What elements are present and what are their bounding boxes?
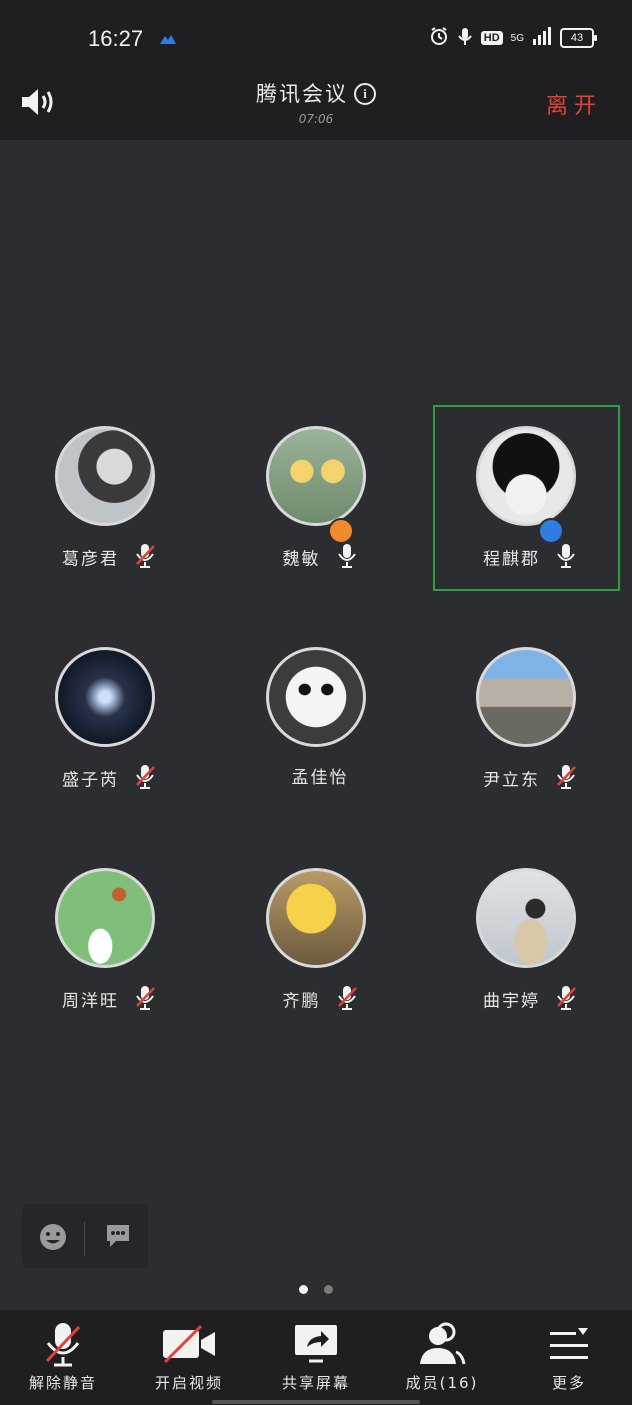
alarm-icon (429, 26, 449, 50)
participant-tile[interactable]: 孟佳怡 (227, 627, 413, 788)
mic-muted-icon (0, 1320, 126, 1368)
battery-icon: 43 (560, 28, 597, 48)
video-off-icon (126, 1320, 252, 1368)
leave-button[interactable]: 离开 (546, 88, 602, 120)
mic-muted-icon (134, 763, 156, 793)
page-dot[interactable] (324, 1285, 333, 1294)
bottom-toolbar: 解除静音 开启视频 共享屏幕 成员(16) 更多 (0, 1310, 632, 1405)
avatar (55, 426, 155, 526)
participant-tile[interactable]: 程麒郡 (437, 406, 623, 570)
chat-icon[interactable] (104, 1222, 132, 1254)
unmute-label: 解除静音 (28, 1374, 97, 1392)
avatar (476, 647, 576, 747)
meeting-header: 腾讯会议 i 07:06 离开 (0, 72, 632, 140)
participant-name: 盛子芮 (61, 770, 119, 791)
page-dot-active[interactable] (299, 1285, 308, 1294)
mic-muted-icon (555, 763, 577, 793)
share-screen-button[interactable]: 共享屏幕 (253, 1310, 379, 1405)
avatar (476, 426, 576, 526)
cloud-icon (158, 31, 178, 50)
mic-muted-icon (134, 984, 156, 1014)
participant-name: 程麒郡 (482, 549, 540, 570)
more-label: 更多 (551, 1374, 586, 1392)
meeting-title-area: 腾讯会议 i 07:06 (0, 78, 632, 126)
avatar (55, 868, 155, 968)
unmute-button[interactable]: 解除静音 (0, 1310, 126, 1405)
members-label: 成员(16) (405, 1374, 479, 1392)
divider (84, 1222, 85, 1256)
status-bar: 16:27 HD 5G 43 (0, 0, 632, 72)
emoji-icon[interactable] (38, 1222, 68, 1256)
participant-tile[interactable]: 周洋旺 (16, 848, 202, 1012)
network-label: 5G (510, 32, 524, 44)
participant-tile[interactable]: 齐鹏 (227, 848, 413, 1012)
meeting-timer: 07:06 (298, 112, 334, 126)
members-icon (379, 1320, 505, 1368)
signal-icon (532, 27, 552, 49)
home-indicator[interactable] (212, 1400, 420, 1404)
more-menu-icon (506, 1320, 632, 1368)
mic-muted-icon (134, 542, 156, 572)
avatar (266, 426, 366, 526)
participant-name: 魏敏 (282, 549, 321, 570)
host-badge (328, 518, 354, 544)
reaction-chat-box (22, 1204, 148, 1268)
participant-name: 葛彦君 (61, 549, 119, 570)
more-button[interactable]: 更多 (506, 1310, 632, 1405)
hd-badge: HD (480, 31, 503, 45)
mic-on-icon (555, 542, 577, 572)
mic-muted-icon (336, 984, 358, 1014)
avatar (55, 647, 155, 747)
cohost-badge (538, 518, 564, 544)
participant-tile[interactable]: 魏敏 (227, 406, 413, 570)
share-screen-icon (253, 1320, 379, 1368)
mic-status-icon (457, 26, 473, 50)
avatar (266, 868, 366, 968)
share-screen-label: 共享屏幕 (281, 1374, 350, 1392)
avatar (476, 868, 576, 968)
participant-name: 周洋旺 (61, 991, 119, 1012)
start-video-label: 开启视频 (154, 1374, 223, 1392)
participant-tile[interactable]: 曲宇婷 (437, 848, 623, 1012)
mic-on-icon (336, 542, 358, 572)
start-video-button[interactable]: 开启视频 (126, 1310, 252, 1405)
participant-tile[interactable]: 尹立东 (437, 627, 623, 791)
status-icons: HD 5G 43 (429, 26, 597, 50)
participant-name: 尹立东 (482, 770, 540, 791)
status-time: 16:27 (88, 26, 144, 51)
mic-muted-icon (555, 984, 577, 1014)
participant-name: 齐鹏 (282, 991, 321, 1012)
participant-name: 孟佳怡 (291, 768, 349, 788)
avatar (266, 647, 366, 747)
members-button[interactable]: 成员(16) (379, 1310, 505, 1405)
participant-tile[interactable]: 葛彦君 (16, 406, 202, 570)
participant-name: 曲宇婷 (482, 991, 540, 1012)
info-icon[interactable]: i (354, 83, 376, 105)
meeting-title[interactable]: 腾讯会议 (256, 82, 348, 106)
participant-tile[interactable]: 盛子芮 (16, 627, 202, 791)
